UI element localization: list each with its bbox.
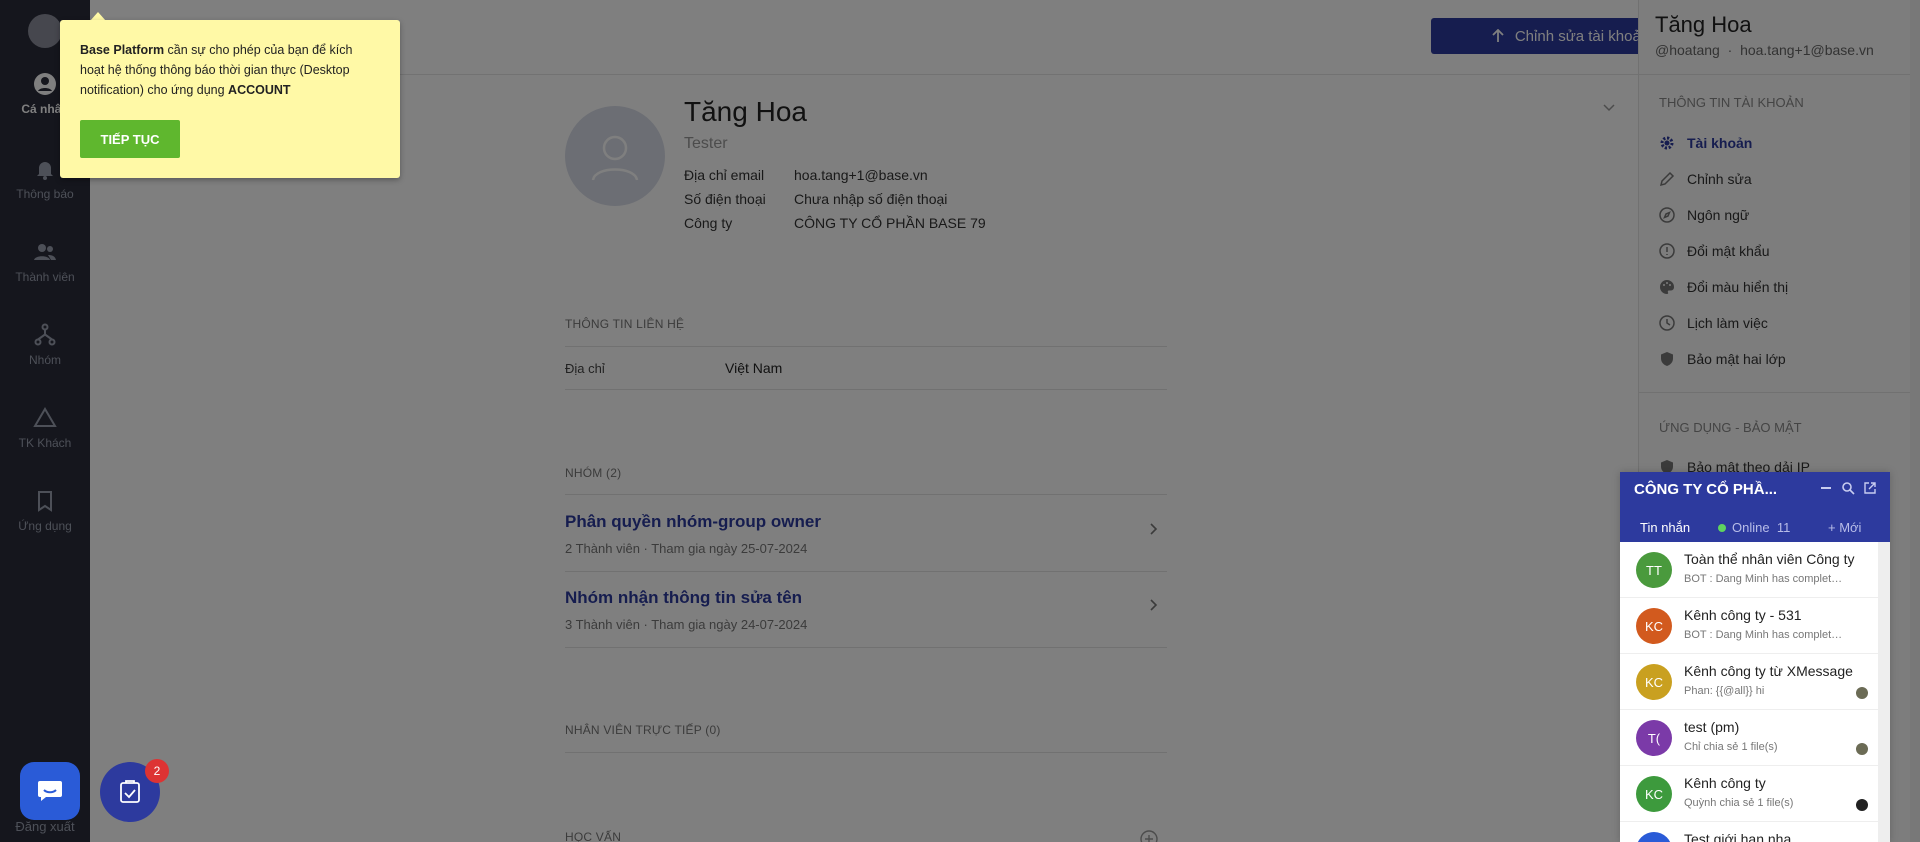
task-count-badge: 2 <box>145 759 169 783</box>
chat-widget: CÔNG TY CỔ PHẦ... Tin nhắn Online 11 + M… <box>1620 472 1890 842</box>
chat-avatar: KC <box>1636 776 1672 812</box>
chat-preview: Quỳnh chia sẻ 1 file(s) <box>1684 797 1794 809</box>
list-item[interactable]: Test giới hạn nha <box>1620 822 1878 842</box>
minimize-icon[interactable] <box>1819 481 1833 495</box>
expand-icon[interactable] <box>1863 481 1877 495</box>
chat-name: Kênh công ty <box>1684 775 1766 791</box>
online-label: Online <box>1732 520 1770 535</box>
chat-name: Toàn thể nhân viên Công ty <box>1684 551 1855 567</box>
online-indicator[interactable]: Online 11 <box>1718 520 1790 535</box>
chat-avatar <box>1636 832 1672 842</box>
popup-brand: Base Platform <box>80 43 165 57</box>
chat-preview: Chỉ chia sẻ 1 file(s) <box>1684 741 1778 753</box>
new-chat-button[interactable]: + Mới <box>1828 520 1861 535</box>
chat-preview: BOT : Dang Minh has complete... <box>1684 573 1844 585</box>
notification-permission-popup: Base Platform cần sự cho phép của bạn để… <box>60 20 400 178</box>
continue-button[interactable]: TIẾP TỤC <box>80 120 180 158</box>
online-count: 11 <box>1776 520 1791 535</box>
clipboard-check-icon <box>120 780 140 803</box>
list-item[interactable]: T( test (pm) Chỉ chia sẻ 1 file(s) <box>1620 710 1878 766</box>
seen-avatar <box>1856 687 1868 699</box>
chat-name: Kênh công ty từ XMessage <box>1684 663 1853 679</box>
popup-message: Base Platform cần sự cho phép của bạn để… <box>80 40 380 100</box>
list-item[interactable]: KC Kênh công ty từ XMessage Phan: {{@all… <box>1620 654 1878 710</box>
chat-scrollbar[interactable] <box>1878 542 1890 842</box>
chat-name: test (pm) <box>1684 719 1740 735</box>
chat-name: Test giới hạn nha <box>1684 831 1792 842</box>
popup-app: ACCOUNT <box>228 83 291 97</box>
list-item[interactable]: TT Toàn thể nhân viên Công ty BOT : Dang… <box>1620 542 1878 598</box>
list-item[interactable]: KC Kênh công ty - 531 BOT : Dang Minh ha… <box>1620 598 1878 654</box>
chat-title[interactable]: CÔNG TY CỔ PHẦ... <box>1634 481 1777 498</box>
chat-tabs: Tin nhắn Online 11 + Mới <box>1620 514 1890 542</box>
seen-avatar <box>1856 743 1868 755</box>
chat-header: CÔNG TY CỔ PHẦ... Tin nhắn Online 11 + M… <box>1620 472 1890 542</box>
chat-list: TT Toàn thể nhân viên Công ty BOT : Dang… <box>1620 542 1878 842</box>
list-item[interactable]: KC Kênh công ty Quỳnh chia sẻ 1 file(s) <box>1620 766 1878 822</box>
chat-avatar: KC <box>1636 608 1672 644</box>
search-icon[interactable] <box>1841 481 1855 495</box>
chat-avatar: KC <box>1636 664 1672 700</box>
chat-avatar: TT <box>1636 552 1672 588</box>
chat-bubble-icon <box>38 781 62 801</box>
seen-avatar <box>1856 799 1868 811</box>
chat-preview: BOT : Dang Minh has complete... <box>1684 629 1844 641</box>
support-chat-button[interactable] <box>20 762 80 820</box>
chat-preview: Phan: {{@all}} hi <box>1684 685 1765 697</box>
tab-messages[interactable]: Tin nhắn <box>1640 520 1690 535</box>
chat-name: Kênh công ty - 531 <box>1684 607 1802 623</box>
chat-avatar: T( <box>1636 720 1672 756</box>
online-dot <box>1718 524 1726 532</box>
